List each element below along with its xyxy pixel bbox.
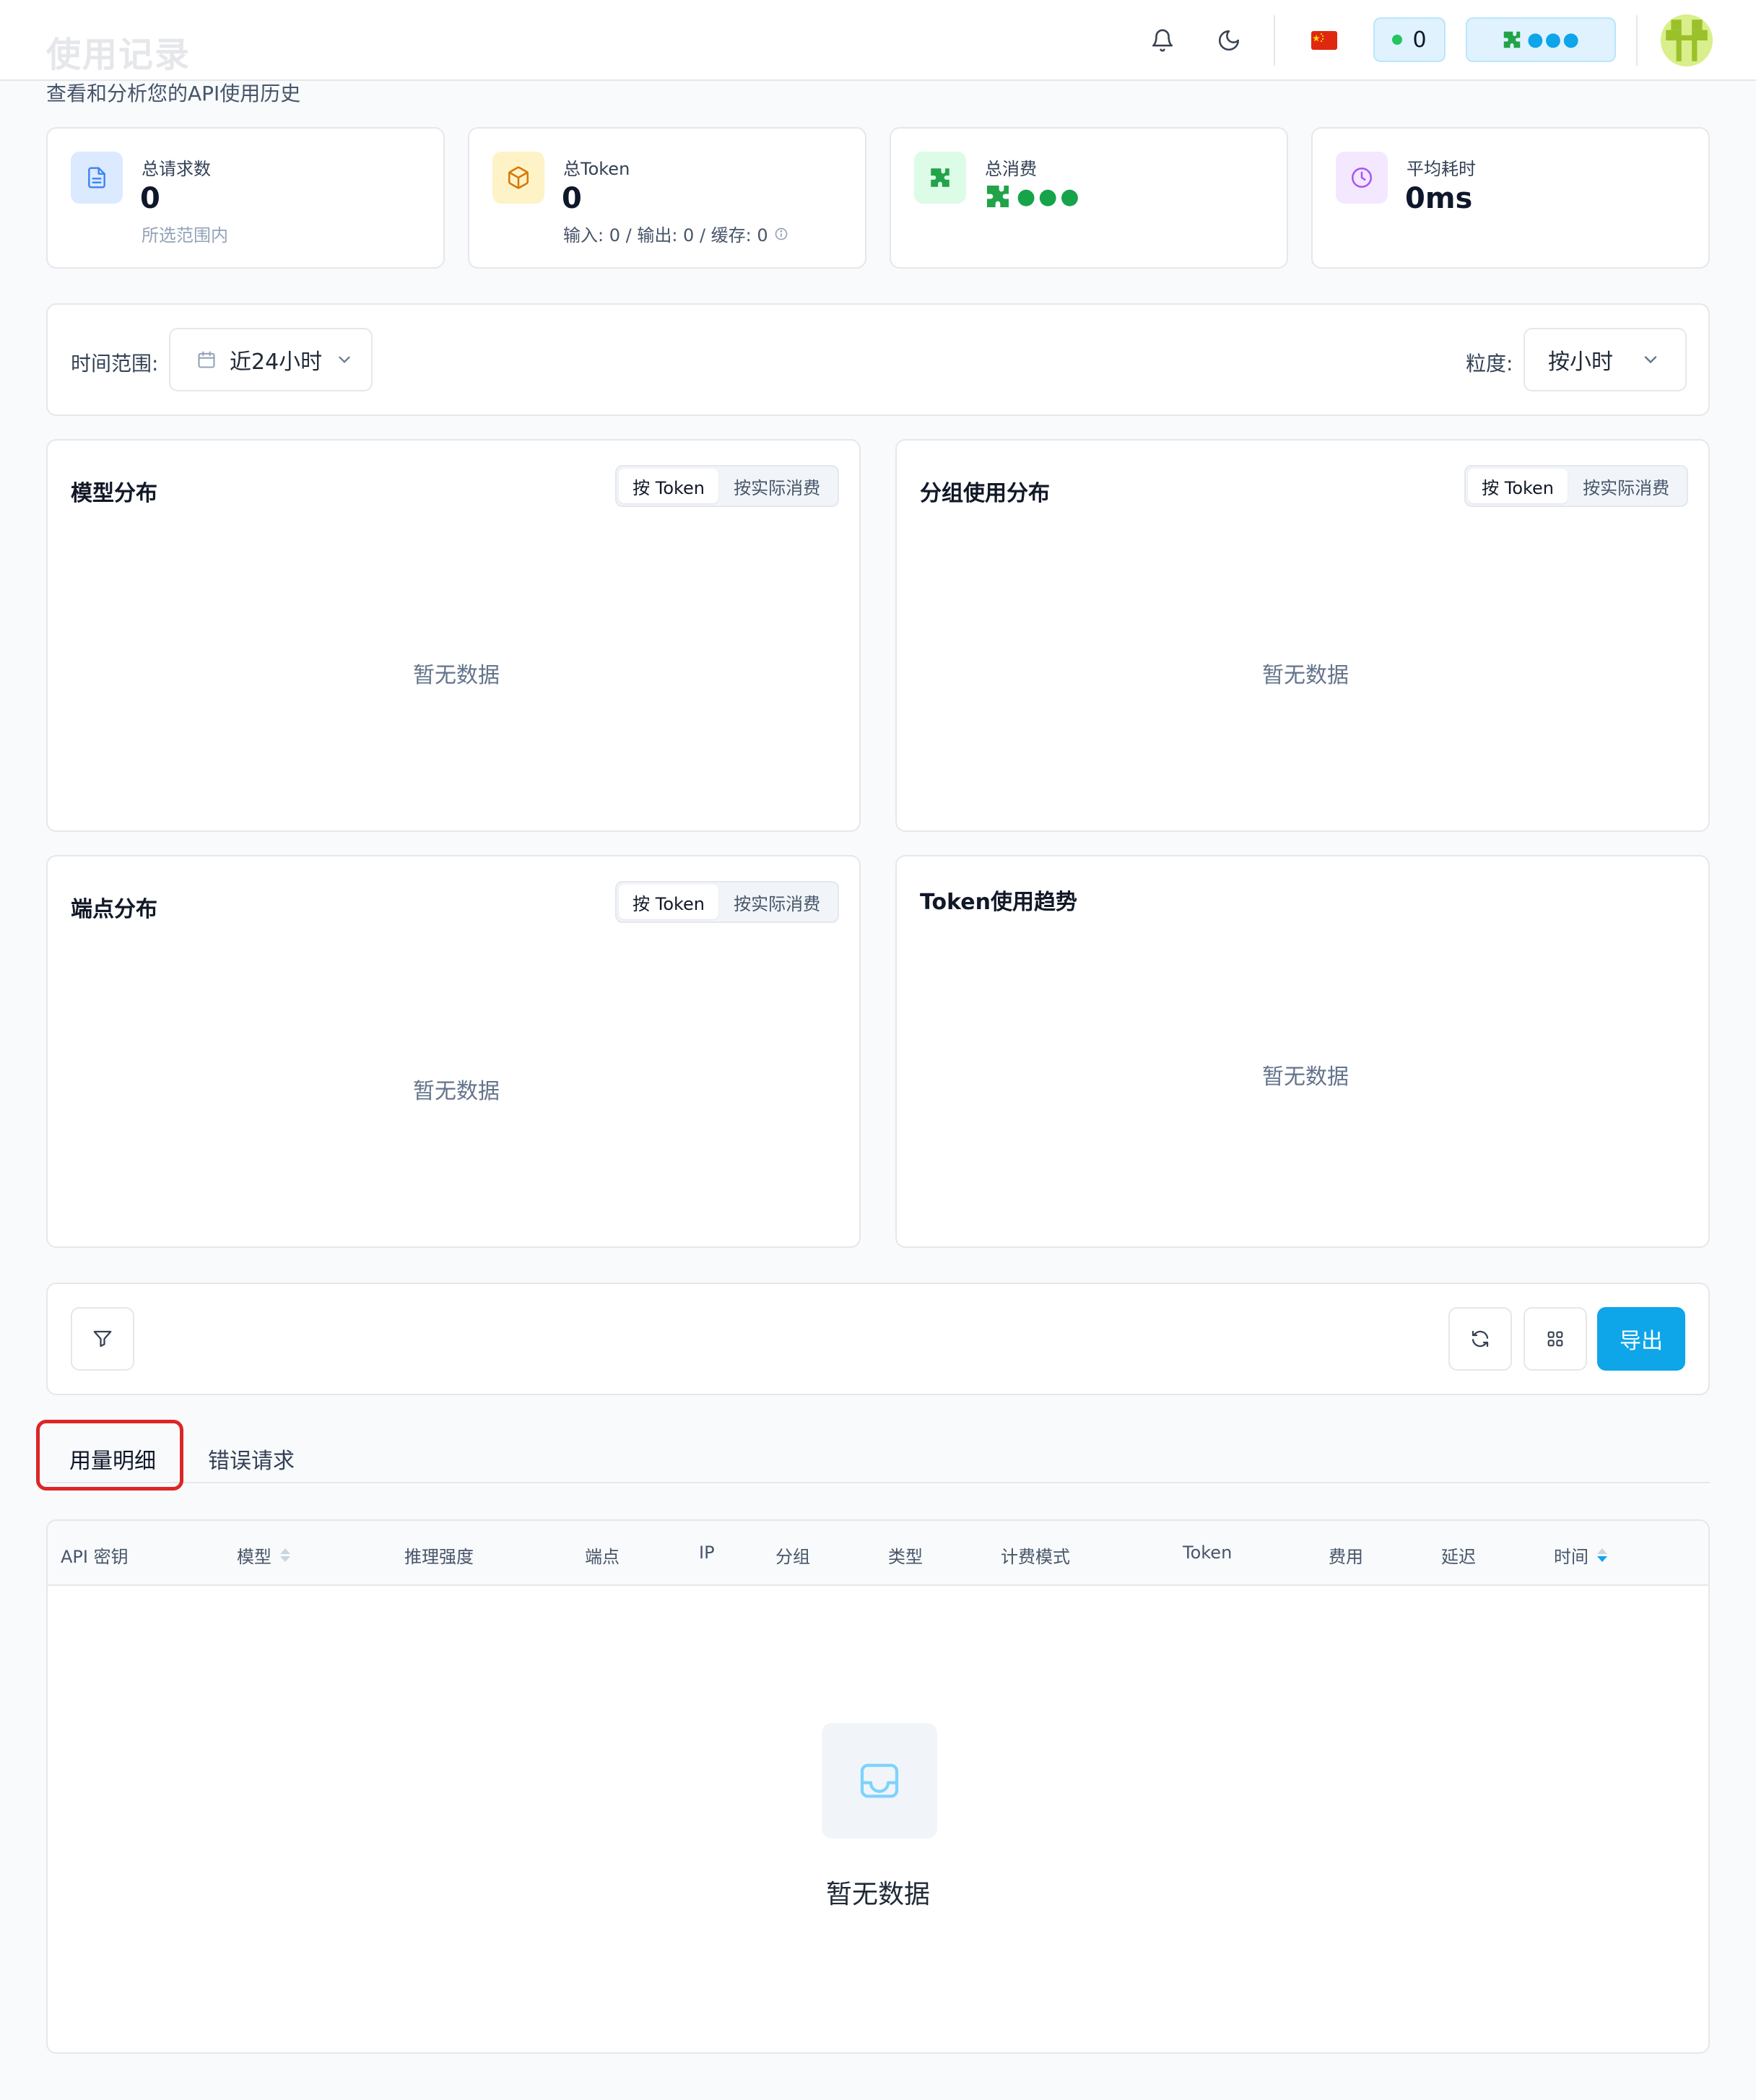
puzzle-icon	[987, 186, 1009, 207]
column-header: 费用	[1329, 1547, 1363, 1567]
columns-button[interactable]	[1524, 1307, 1587, 1371]
stat-value: 0	[140, 182, 160, 215]
puzzle-icon	[931, 168, 949, 187]
panel-title: 分组使用分布	[920, 481, 1050, 506]
stat-card-cost: 总消费 ●●●	[890, 127, 1288, 269]
model-distribution-panel: 模型分布 按 Token 按实际消费 暂无数据	[46, 439, 861, 832]
column-header: API 密钥	[61, 1547, 129, 1567]
toggle-by-token[interactable]: 按 Token	[619, 885, 719, 919]
column-header: 分组	[775, 1547, 810, 1567]
stat-value: 0	[562, 182, 582, 215]
empty-state: 暂无数据	[413, 1079, 500, 1104]
column-header: 端点	[585, 1547, 620, 1567]
calendar-icon	[198, 351, 215, 368]
stat-label: 总Token	[563, 159, 630, 179]
page-title: 使用记录	[46, 35, 191, 75]
status-chip[interactable]: 0	[1373, 17, 1446, 62]
export-button[interactable]: 导出	[1597, 1307, 1685, 1371]
panel-title: 端点分布	[71, 897, 157, 922]
time-range-value: 近24小时	[230, 350, 323, 375]
toggle-by-cost[interactable]: 按实际消费	[718, 469, 835, 503]
empty-state: 暂无数据	[413, 663, 500, 688]
file-text-icon	[88, 167, 105, 188]
toggle-by-cost[interactable]: 按实际消费	[1568, 469, 1685, 503]
stat-value: ●●●	[983, 182, 1082, 211]
sort-icon[interactable]	[280, 1548, 290, 1562]
column-header: 类型	[888, 1547, 923, 1567]
group-distribution-panel: 分组使用分布 按 Token 按实际消费 暂无数据	[895, 439, 1710, 832]
empty-state: 暂无数据	[1262, 663, 1349, 688]
tab-error-requests[interactable]: 错误请求	[208, 1443, 295, 1475]
puzzle-icon	[1503, 31, 1521, 48]
stat-card-requests: 总请求数 0 所选范围内	[46, 127, 445, 269]
avatar[interactable]	[1661, 14, 1713, 66]
stat-label: 平均耗时	[1407, 159, 1476, 179]
panel-title: 模型分布	[71, 481, 157, 506]
table-header: API 密钥 模型 推理强度 端点 IP 分组 类型 计费模式 Token 费用…	[48, 1521, 1708, 1586]
toggle-by-token[interactable]: 按 Token	[1468, 469, 1568, 503]
theme-toggle-button[interactable]	[1210, 22, 1248, 59]
toggle-by-cost[interactable]: 按实际消费	[718, 885, 835, 919]
refresh-button[interactable]	[1448, 1307, 1512, 1371]
column-header: IP	[699, 1543, 715, 1563]
column-header: 计费模式	[1001, 1547, 1070, 1567]
metric-toggle: 按 Token 按实际消费	[615, 881, 839, 923]
info-icon[interactable]	[774, 227, 788, 241]
metric-toggle: 按 Token 按实际消费	[615, 465, 839, 507]
granularity-label: 粒度:	[1466, 352, 1513, 376]
stat-sub: 所选范围内	[142, 225, 228, 246]
column-header[interactable]: 时间	[1554, 1543, 1607, 1568]
column-header[interactable]: 模型	[237, 1543, 290, 1568]
inbox-icon	[860, 1763, 899, 1798]
time-range-select[interactable]: 近24小时	[169, 328, 373, 391]
granularity-select[interactable]: 按小时	[1524, 328, 1687, 391]
status-count: 0	[1412, 27, 1427, 53]
token-trend-panel: Token使用趋势 暂无数据	[895, 855, 1710, 1248]
header-divider	[1274, 15, 1275, 66]
moon-icon	[1218, 30, 1240, 51]
notification-button[interactable]	[1144, 22, 1181, 59]
metric-toggle: 按 Token 按实际消费	[1464, 465, 1688, 507]
endpoint-distribution-panel: 端点分布 按 Token 按实际消费 暂无数据	[46, 855, 861, 1248]
stat-card-latency: 平均耗时 0ms	[1311, 127, 1710, 269]
tab-highlight-box	[36, 1420, 183, 1491]
panel-title: Token使用趋势	[920, 890, 1077, 915]
filter-icon	[93, 1330, 112, 1348]
wallet-chip[interactable]: ●●●	[1466, 17, 1616, 62]
stat-card-tokens: 总Token 0 输入: 0 / 输出: 0 / 缓存: 0	[468, 127, 866, 269]
avatar-pattern-icon	[1661, 14, 1713, 66]
cube-icon	[508, 166, 529, 189]
column-header: 延迟	[1441, 1547, 1476, 1567]
stat-label: 总请求数	[142, 159, 211, 179]
china-flag-icon	[1311, 31, 1337, 50]
wallet-balance: ●●●	[1526, 29, 1581, 51]
header-divider	[1636, 15, 1638, 66]
table-empty-text: 暂无数据	[825, 1880, 930, 1909]
clock-icon	[1351, 167, 1373, 188]
tab-divider	[46, 1482, 1710, 1483]
usage-table: API 密钥 模型 推理强度 端点 IP 分组 类型 计费模式 Token 费用…	[46, 1519, 1710, 2054]
stat-sub: 输入: 0 / 输出: 0 / 缓存: 0	[563, 221, 788, 246]
sort-icon[interactable]	[1597, 1548, 1607, 1562]
page-subtitle: 查看和分析您的API使用历史	[46, 82, 301, 105]
chevron-down-icon	[339, 356, 350, 363]
language-button[interactable]	[1305, 22, 1343, 59]
refresh-icon	[1472, 1330, 1489, 1348]
grid-icon	[1547, 1331, 1563, 1347]
column-header: Token	[1183, 1543, 1233, 1563]
column-header: 推理强度	[404, 1547, 474, 1567]
granularity-value: 按小时	[1548, 350, 1613, 375]
bell-icon	[1152, 29, 1173, 52]
filter-button[interactable]	[71, 1307, 134, 1371]
empty-inbox-box	[822, 1723, 937, 1839]
toggle-by-token[interactable]: 按 Token	[619, 469, 719, 503]
time-range-label: 时间范围:	[71, 352, 159, 376]
status-dot-icon	[1392, 35, 1403, 45]
stat-label: 总消费	[985, 159, 1037, 179]
stat-value: 0ms	[1405, 182, 1473, 215]
chevron-down-icon	[1644, 356, 1657, 364]
empty-state: 暂无数据	[1262, 1064, 1349, 1090]
